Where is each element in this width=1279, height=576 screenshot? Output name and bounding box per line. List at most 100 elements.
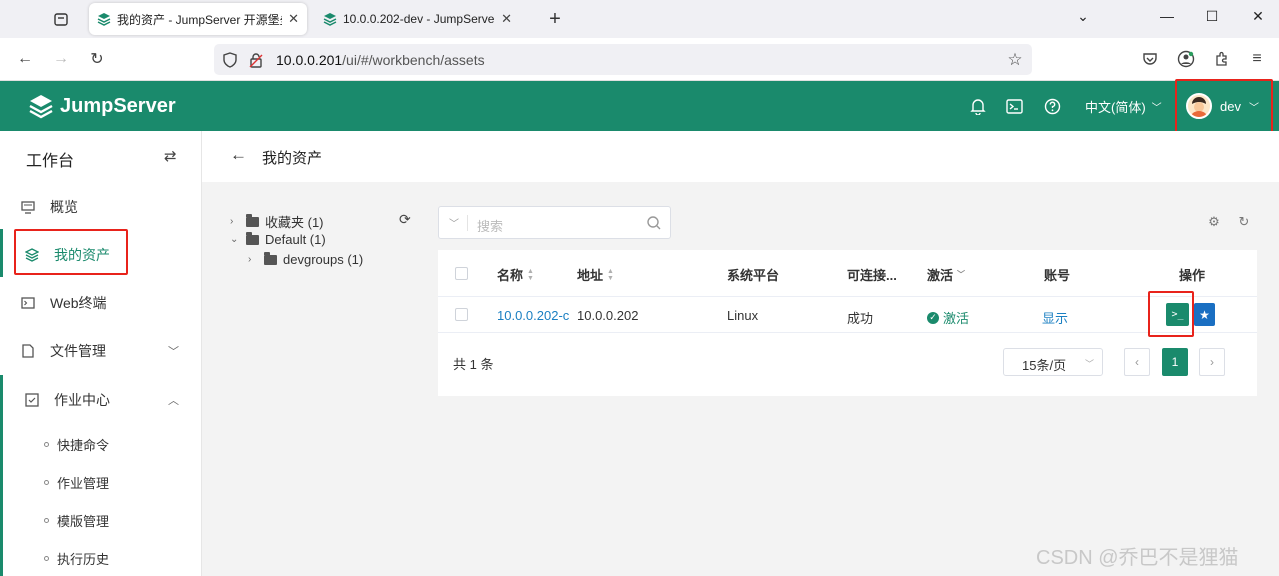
table-refresh-icon[interactable]: ↻ — [1236, 214, 1252, 230]
window-close-icon[interactable]: ✕ — [1248, 8, 1268, 25]
sidebar-item-label: 我的资产 — [54, 247, 110, 263]
account-icon[interactable] — [1175, 48, 1197, 70]
sort-icon[interactable]: ▲ ▼ — [527, 268, 534, 282]
sidebar-item-label: 作业中心 — [54, 392, 110, 408]
sidebar-item-overview[interactable]: 概览 — [0, 187, 201, 227]
forward-icon[interactable]: → — [50, 48, 72, 70]
select-all-checkbox[interactable] — [455, 267, 468, 280]
chevron-down-icon: ⌄ — [230, 234, 239, 245]
settings-gear-icon[interactable]: ⚙ — [1206, 214, 1222, 230]
asset-platform: Linux — [727, 308, 759, 323]
terminal-icon[interactable] — [1004, 96, 1024, 116]
file-icon — [20, 343, 36, 359]
bullet-icon — [44, 442, 49, 447]
sidebar-subitem-execution-history[interactable]: 执行历史 — [44, 549, 109, 568]
tree-node-label: devgroups (1) — [283, 252, 364, 267]
row-checkbox[interactable] — [455, 308, 468, 321]
current-page-button[interactable]: 1 — [1162, 348, 1188, 376]
tree-node-default[interactable]: ⌄ Default (1) — [230, 231, 326, 247]
chevron-down-icon: ﹀ — [1248, 102, 1259, 114]
search-icon[interactable] — [646, 215, 662, 231]
bell-icon[interactable] — [968, 96, 988, 116]
chevron-right-icon: › — [230, 216, 234, 227]
sidebar-subitem-label: 执行历史 — [57, 552, 110, 567]
page-size-select[interactable]: 15条/页 ﹀ — [1003, 348, 1103, 376]
tab-overview-icon[interactable] — [49, 7, 73, 31]
new-tab-icon[interactable]: + — [543, 7, 567, 31]
sidebar-subitem-job-management[interactable]: 作业管理 — [44, 473, 109, 492]
favorite-star-button[interactable]: ★ — [1194, 303, 1215, 326]
bullet-icon — [44, 556, 49, 561]
column-header-address[interactable]: 地址 ▲ ▼ — [577, 265, 614, 284]
sidebar-title: 工作台 — [26, 153, 75, 170]
browser-tab-terminal[interactable]: 10.0.0.202-dev - JumpServer ✕ — [315, 3, 520, 35]
show-account-link[interactable]: 显示 — [1042, 308, 1068, 327]
connect-terminal-button[interactable]: >_ — [1166, 303, 1189, 326]
extensions-icon[interactable] — [1211, 48, 1233, 70]
insecure-lock-icon[interactable] — [247, 51, 265, 69]
shield-icon[interactable] — [221, 51, 239, 69]
sidebar-collapse-icon[interactable]: ⇄ — [164, 147, 177, 165]
asset-address: 10.0.0.202 — [577, 308, 639, 323]
next-page-button[interactable]: › — [1199, 348, 1225, 376]
divider — [467, 215, 468, 231]
back-icon[interactable]: ← — [14, 48, 36, 70]
filter-chevron-icon[interactable]: ﹀ — [957, 269, 965, 280]
bullet-icon — [44, 480, 49, 485]
maximize-icon[interactable]: ☐ — [1202, 8, 1222, 25]
column-header-active[interactable]: 激活 ﹀ — [927, 265, 965, 284]
sort-icon[interactable]: ▲ ▼ — [607, 268, 614, 282]
tab-title: 我的资产 - JumpServer 开源堡垒机 — [117, 12, 282, 27]
logo-text: JumpServer — [60, 94, 176, 117]
chevron-down-icon: ﹀ — [1084, 359, 1094, 369]
user-menu[interactable]: dev ﹀ — [1186, 93, 1259, 119]
search-input[interactable]: ﹀ 搜索 — [438, 206, 671, 239]
tree-refresh-icon[interactable]: ⟳ — [399, 211, 411, 228]
tab-close-icon[interactable]: ✕ — [501, 11, 512, 27]
menu-icon[interactable]: ≡ — [1246, 48, 1268, 70]
sidebar-subitem-label: 作业管理 — [57, 476, 110, 491]
pocket-icon[interactable] — [1139, 48, 1161, 70]
minimize-icon[interactable]: — — [1157, 8, 1177, 24]
tree-node-favorites[interactable]: › 收藏夹 (1) — [230, 212, 324, 231]
search-placeholder: 搜索 — [477, 219, 504, 234]
sidebar-subitem-label: 模版管理 — [57, 514, 110, 529]
column-header-connectivity: 可连接... — [847, 268, 897, 283]
tree-node-devgroups[interactable]: › devgroups (1) — [248, 251, 364, 267]
sidebar-subitem-template-management[interactable]: 模版管理 — [44, 511, 109, 530]
sidebar-item-label: 文件管理 — [50, 343, 106, 359]
chevron-down-icon[interactable]: ﹀ — [449, 215, 459, 230]
monitor-icon — [20, 199, 36, 215]
tab-title: 10.0.0.202-dev - JumpServer — [343, 12, 496, 26]
page-title: 我的资产 — [262, 150, 323, 167]
chevron-right-icon: › — [248, 254, 252, 265]
help-icon[interactable] — [1042, 96, 1062, 116]
sidebar-item-my-assets[interactable]: 我的资产 — [0, 235, 201, 275]
job-icon — [24, 392, 40, 408]
asset-name-link[interactable]: 10.0.0.202-c — [497, 308, 569, 323]
jumpserver-logo[interactable]: JumpServer — [28, 93, 176, 119]
check-circle-icon: ✓ — [927, 311, 939, 324]
chevron-down-icon: ﹀ — [1151, 103, 1162, 114]
logo-icon — [29, 95, 53, 119]
sidebar-item-web-terminal[interactable]: Web终端 — [0, 283, 201, 323]
bookmark-star-icon[interactable]: ☆ — [1006, 50, 1024, 69]
url-bar[interactable]: 10.0.0.201/ui/#/workbench/assets ☆ — [214, 44, 1032, 75]
browser-tab-assets[interactable]: 我的资产 - JumpServer 开源堡垒机 ✕ — [89, 3, 307, 35]
sidebar-item-job-center[interactable]: 作业中心 ︿ — [0, 380, 201, 420]
tab-list-chevron-icon[interactable]: ⌄ — [1073, 8, 1093, 25]
column-header-account: 账号 — [1044, 268, 1071, 283]
folder-icon — [264, 251, 277, 265]
content-header: ← 我的资产 — [202, 131, 1279, 182]
reload-icon[interactable]: ↻ — [86, 48, 108, 70]
sidebar-item-file-management[interactable]: 文件管理 ﹀ — [0, 331, 201, 371]
column-header-name[interactable]: 名称 ▲ ▼ — [497, 265, 534, 284]
avatar — [1186, 93, 1212, 119]
column-header-platform: 系统平台 — [727, 268, 780, 283]
prev-page-button[interactable]: ‹ — [1124, 348, 1150, 376]
sidebar-subitem-quick-command[interactable]: 快捷命令 — [44, 435, 109, 454]
jumpserver-favicon-icon — [97, 13, 111, 26]
language-select[interactable]: 中文(简体) ﹀ — [1085, 97, 1162, 116]
tab-close-icon[interactable]: ✕ — [288, 11, 299, 27]
back-arrow-icon[interactable]: ← — [230, 145, 247, 165]
